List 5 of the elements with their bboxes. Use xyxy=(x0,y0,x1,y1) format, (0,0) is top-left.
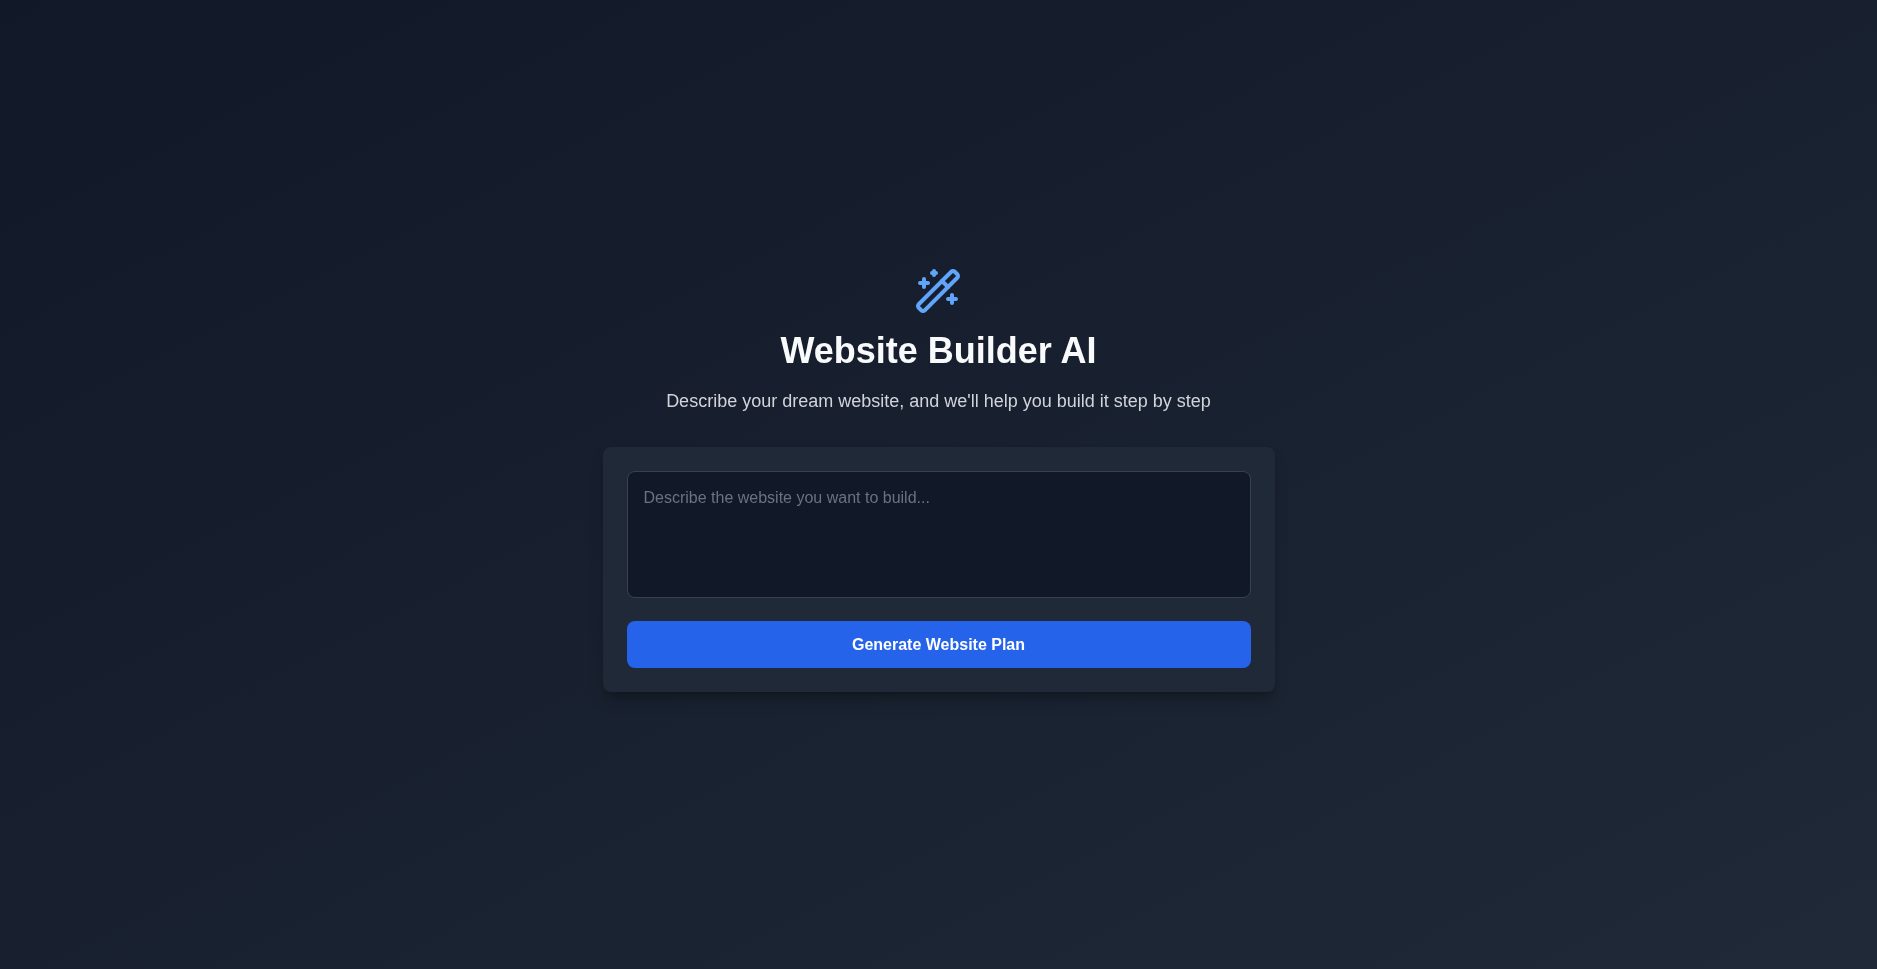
page-title: Website Builder AI xyxy=(780,331,1097,371)
magic-wand-icon xyxy=(914,267,963,315)
prompt-field[interactable]: Describe the website you want to build... xyxy=(626,471,1251,598)
generate-button[interactable]: Generate Website Plan xyxy=(626,621,1251,668)
page-subtitle: Describe your dream website, and we'll help you build it step by step xyxy=(666,390,1211,413)
